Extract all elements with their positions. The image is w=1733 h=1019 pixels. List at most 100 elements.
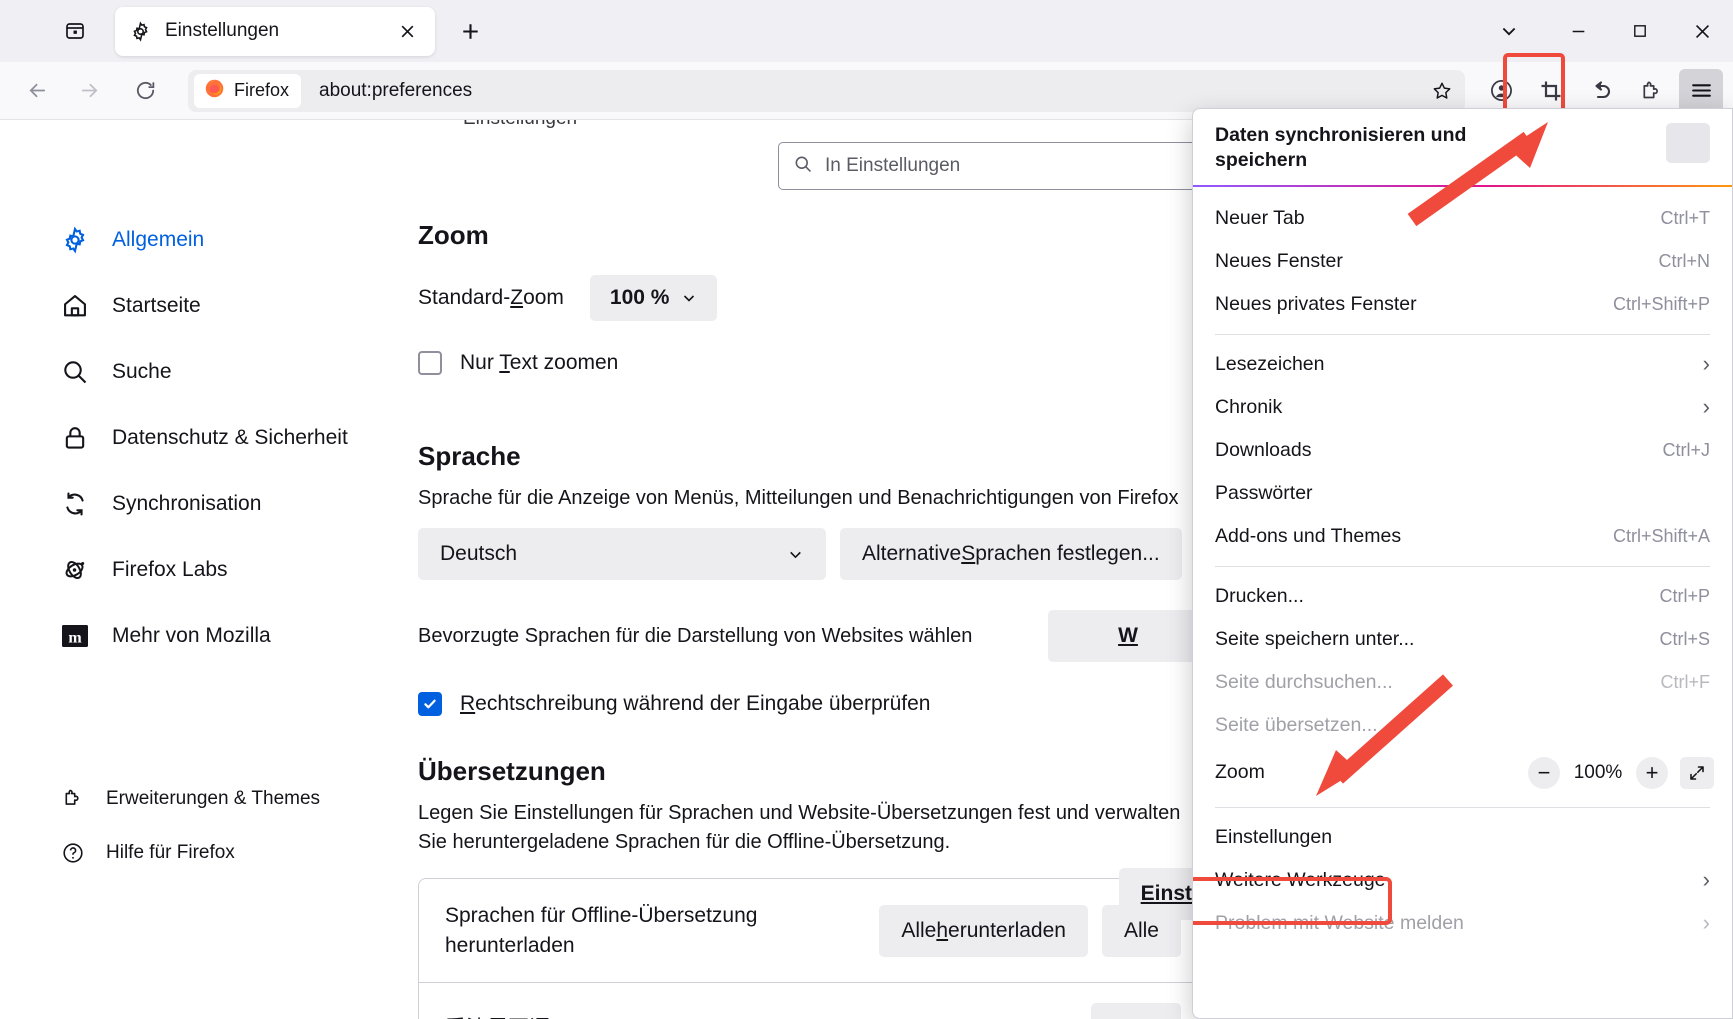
menu-item-shortcut: Ctrl+Shift+P	[1612, 293, 1710, 314]
settings-sidebar: Allgemein Startseite Suche Datenschutz &…	[60, 218, 400, 680]
menu-item-chronik[interactable]: Chronik ›	[1193, 386, 1732, 429]
puzzle-icon	[60, 786, 86, 812]
forward-arrow-icon[interactable]	[68, 70, 110, 112]
spellcheck-checkbox-row[interactable]: Rechtschreibung während der Eingabe über…	[418, 692, 1208, 717]
sidebar-label: Hilfe für Firefox	[106, 842, 235, 863]
translation-language-name: 爱沙尼亚语	[445, 1014, 550, 1019]
default-zoom-label: Standard-Zoom	[418, 286, 564, 309]
menu-item-add-ons-und-themes[interactable]: Add-ons und Themes Ctrl+Shift+A	[1193, 515, 1732, 558]
zoom-in-button[interactable]: +	[1636, 756, 1668, 789]
fullscreen-icon[interactable]	[1680, 756, 1714, 789]
sidebar-label: Erweiterungen & Themes	[106, 788, 321, 809]
menu-item-neuer-tab[interactable]: Neuer Tab Ctrl+T	[1193, 197, 1732, 240]
menu-item-label: Problem mit Website melden	[1215, 911, 1464, 934]
menu-item-seite-speichern-unter[interactable]: Seite speichern unter... Ctrl+S	[1193, 618, 1732, 661]
new-tab-button[interactable]	[451, 12, 489, 50]
star-icon[interactable]	[1425, 74, 1459, 108]
close-icon[interactable]	[393, 17, 421, 45]
choose-websites-language-button[interactable]: W	[1048, 610, 1208, 663]
download-language-button[interactable]: Heru	[1091, 1002, 1181, 1019]
menu-item-label: Chronik	[1215, 395, 1283, 418]
default-zoom-dropdown[interactable]: 100 %	[589, 275, 718, 321]
translation-section-heading: Übersetzungen	[418, 756, 606, 787]
mozilla-m-icon: m	[60, 621, 90, 651]
account-icon[interactable]	[1479, 69, 1523, 113]
chevron-right-icon: ›	[1702, 394, 1710, 420]
back-arrow-icon[interactable]	[16, 70, 58, 112]
menu-item-label: Seite speichern unter...	[1215, 627, 1415, 650]
sidebar-item-mehr-von-mozilla[interactable]: m Mehr von Mozilla	[60, 614, 400, 658]
sidebar-item-datenschutz[interactable]: Datenschutz & Sicherheit	[60, 416, 400, 460]
menu-item-drucken[interactable]: Drucken... Ctrl+P	[1193, 575, 1732, 618]
close-window-icon[interactable]	[1671, 0, 1733, 62]
chevron-down-icon[interactable]	[1471, 0, 1547, 62]
default-zoom-row: Standard-Zoom 100 %	[418, 275, 1208, 321]
menu-item-seite-uebersetzen: Seite übersetzen...	[1193, 704, 1732, 747]
text-only-zoom-checkbox-row[interactable]: Nur Text zoomen	[418, 351, 1208, 375]
menu-item-seite-durchsuchen: Seite durchsuchen... Ctrl+F	[1193, 661, 1732, 704]
minimize-icon[interactable]	[1547, 0, 1609, 62]
menu-item-problem-melden: Problem mit Website melden ›	[1193, 902, 1732, 945]
menu-item-shortcut: Ctrl+J	[1662, 439, 1710, 460]
menu-item-downloads[interactable]: Downloads Ctrl+J	[1193, 429, 1732, 472]
menu-item-label: Weitere Werkzeuge	[1215, 868, 1386, 891]
settings-sidebar-bottom: Erweiterungen & Themes Hilfe für Firefox	[60, 780, 400, 888]
websites-language-label: Bevorzugte Sprachen für die Darstellung …	[418, 625, 973, 648]
download-all-button[interactable]: Alle h erunterladen	[879, 904, 1088, 957]
menu-zoom-row: Zoom − 100% +	[1193, 747, 1732, 799]
text-only-zoom-checkbox[interactable]	[418, 351, 442, 375]
sidebar-item-hilfe[interactable]: Hilfe für Firefox	[60, 834, 400, 872]
avatar	[1666, 123, 1710, 163]
home-icon	[60, 291, 90, 321]
undo-icon[interactable]	[1579, 69, 1623, 113]
sidebar-label: Mehr von Mozilla	[112, 624, 271, 647]
firefox-identity-chip[interactable]: Firefox	[194, 73, 302, 108]
menu-item-shortcut: Ctrl+N	[1658, 250, 1710, 271]
sidebar-item-synchronisation[interactable]: Synchronisation	[60, 482, 400, 526]
menu-zoom-label: Zoom	[1215, 761, 1265, 784]
language-select[interactable]: Deutsch	[418, 528, 826, 581]
menu-item-label: Add-ons und Themes	[1215, 524, 1402, 547]
menu-item-weitere-werkzeuge[interactable]: Weitere Werkzeuge ›	[1193, 859, 1732, 902]
sidebar-item-firefox-labs[interactable]: Firefox Labs	[60, 548, 400, 592]
menu-item-sync[interactable]: Daten synchronisieren und speichern	[1193, 109, 1732, 185]
websites-language-row: Bevorzugte Sprachen für die Darstellung …	[418, 610, 1208, 663]
sidebar-label: Synchronisation	[112, 492, 262, 515]
menu-item-passwoerter[interactable]: Passwörter	[1193, 472, 1732, 515]
menu-item-einstellungen[interactable]: Einstellungen	[1193, 816, 1732, 859]
menu-item-label: Neues privates Fenster	[1215, 292, 1417, 315]
url-text: about:preferences	[319, 79, 473, 101]
menu-item-neues-fenster[interactable]: Neues Fenster Ctrl+N	[1193, 240, 1732, 283]
hamburger-menu-icon[interactable]	[1679, 68, 1723, 113]
language-selected-value: Deutsch	[440, 542, 518, 566]
menu-item-neues-privates-fenster[interactable]: Neues privates Fenster Ctrl+Shift+P	[1193, 283, 1732, 326]
screenshot-icon[interactable]	[1529, 69, 1573, 113]
menu-item-label: Passwörter	[1215, 481, 1313, 504]
zoom-out-button[interactable]: −	[1528, 756, 1560, 789]
tab-strip: Einstellungen	[0, 0, 1733, 62]
extensions-icon[interactable]	[1629, 69, 1673, 113]
maximize-icon[interactable]	[1609, 0, 1671, 62]
list-all-tabs-button[interactable]	[55, 11, 95, 51]
translation-download-row: Sprachen für Offline-Übersetzung herunte…	[419, 879, 1207, 982]
default-zoom-value: 100 %	[609, 286, 670, 309]
menu-item-lesezeichen[interactable]: Lesezeichen ›	[1193, 343, 1732, 386]
sidebar-item-allgemein[interactable]: Allgemein	[60, 218, 400, 262]
spellcheck-checkbox[interactable]	[418, 692, 442, 717]
search-input[interactable]: In Einstellungen	[778, 142, 1198, 190]
divider	[1215, 806, 1710, 808]
chevron-down-icon	[684, 295, 695, 302]
menu-item-shortcut: Ctrl+P	[1659, 585, 1710, 606]
chevron-right-icon: ›	[1702, 867, 1710, 893]
set-alternative-languages-button[interactable]: Alternative Sprachen festlegen...	[840, 528, 1182, 581]
sidebar-item-startseite[interactable]: Startseite	[60, 284, 400, 328]
reload-icon[interactable]	[124, 70, 166, 112]
chevron-right-icon: ›	[1702, 351, 1710, 377]
sidebar-label: Datenschutz & Sicherheit	[112, 426, 348, 449]
browser-tab[interactable]: Einstellungen	[115, 6, 435, 56]
address-bar[interactable]: Firefox about:preferences	[188, 69, 1465, 112]
firefox-logo-icon	[204, 78, 225, 104]
sidebar-item-suche[interactable]: Suche	[60, 350, 400, 394]
settings-main-column: Zoom Standard-Zoom 100 % Nur Text zoomen…	[418, 220, 1214, 1019]
sidebar-item-erweiterungen-themes[interactable]: Erweiterungen & Themes	[60, 780, 400, 818]
